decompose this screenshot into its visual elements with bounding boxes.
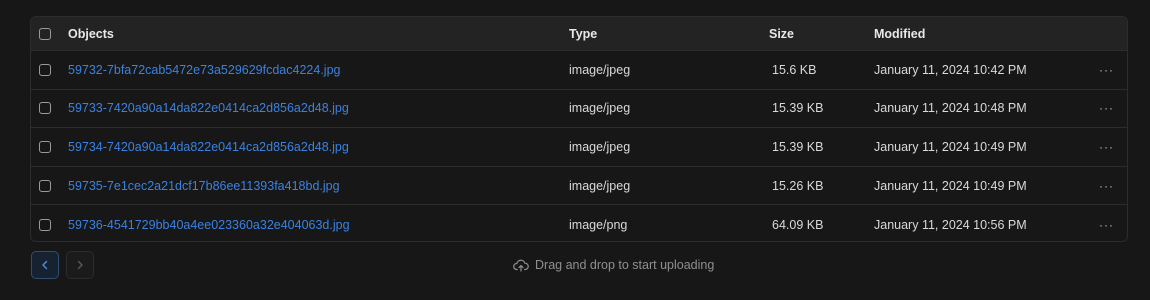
chevron-left-icon [42,260,48,270]
object-link[interactable]: 59734-7420a90a14da822e0414ca2d856a2d48.j… [68,140,349,154]
object-size: 64.09 KB [772,217,824,232]
row-checkbox[interactable] [39,102,51,115]
object-type: image/jpeg [569,101,631,116]
object-modified: January 11, 2024 10:42 PM [874,62,1027,77]
table-row: 59732-7bfa72cab5472e73a529629fcdac4224.j… [31,51,1127,90]
row-actions-menu-icon[interactable]: ··· [1099,140,1114,154]
cloud-upload-icon [513,259,529,272]
select-all-checkbox[interactable] [39,27,51,40]
object-type: image/jpeg [569,62,631,77]
row-checkbox[interactable] [39,140,51,153]
object-link[interactable]: 59733-7420a90a14da822e0414ca2d856a2d48.j… [68,101,349,115]
objects-table: Objects Type Size Modified 59732-7bfa72c… [30,16,1128,242]
row-actions-menu-icon[interactable]: ··· [1099,179,1114,193]
upload-dropzone[interactable]: Drag and drop to start uploading [513,258,714,272]
object-type: image/jpeg [569,139,631,154]
chevron-right-icon [77,260,83,270]
row-checkbox[interactable] [39,179,51,192]
column-header-objects[interactable]: Objects [68,27,114,41]
table-row: 59733-7420a90a14da822e0414ca2d856a2d48.j… [31,90,1127,129]
object-modified: January 11, 2024 10:49 PM [874,139,1027,154]
object-size: 15.39 KB [772,101,824,116]
table-row: 59736-4541729bb40a4ee023360a32e404063d.j… [31,205,1127,241]
object-link[interactable]: 59735-7e1cec2a21dcf17b86ee11393fa418bd.j… [68,179,340,193]
column-header-modified[interactable]: Modified [874,27,925,41]
column-header-type[interactable]: Type [569,27,597,41]
object-modified: January 11, 2024 10:49 PM [874,178,1027,193]
table-row: 59734-7420a90a14da822e0414ca2d856a2d48.j… [31,128,1127,167]
row-checkbox[interactable] [39,218,51,231]
column-header-size[interactable]: Size [769,27,794,41]
object-type: image/png [569,217,628,232]
previous-page-button[interactable] [31,251,59,279]
row-actions-menu-icon[interactable]: ··· [1099,101,1114,115]
object-link[interactable]: 59732-7bfa72cab5472e73a529629fcdac4224.j… [68,63,340,77]
object-modified: January 11, 2024 10:56 PM [874,217,1027,232]
table-header: Objects Type Size Modified [31,17,1127,51]
row-checkbox[interactable] [39,63,51,76]
table-row: 59735-7e1cec2a21dcf17b86ee11393fa418bd.j… [31,167,1127,206]
object-size: 15.39 KB [772,139,824,154]
object-type: image/jpeg [569,178,631,193]
upload-hint-text: Drag and drop to start uploading [535,258,715,272]
row-actions-menu-icon[interactable]: ··· [1099,63,1114,77]
object-size: 15.6 KB [772,62,817,77]
object-size: 15.26 KB [772,178,824,193]
next-page-button[interactable] [66,251,94,279]
object-link[interactable]: 59736-4541729bb40a4ee023360a32e404063d.j… [68,218,350,232]
object-modified: January 11, 2024 10:48 PM [874,101,1027,116]
row-actions-menu-icon[interactable]: ··· [1099,218,1114,232]
